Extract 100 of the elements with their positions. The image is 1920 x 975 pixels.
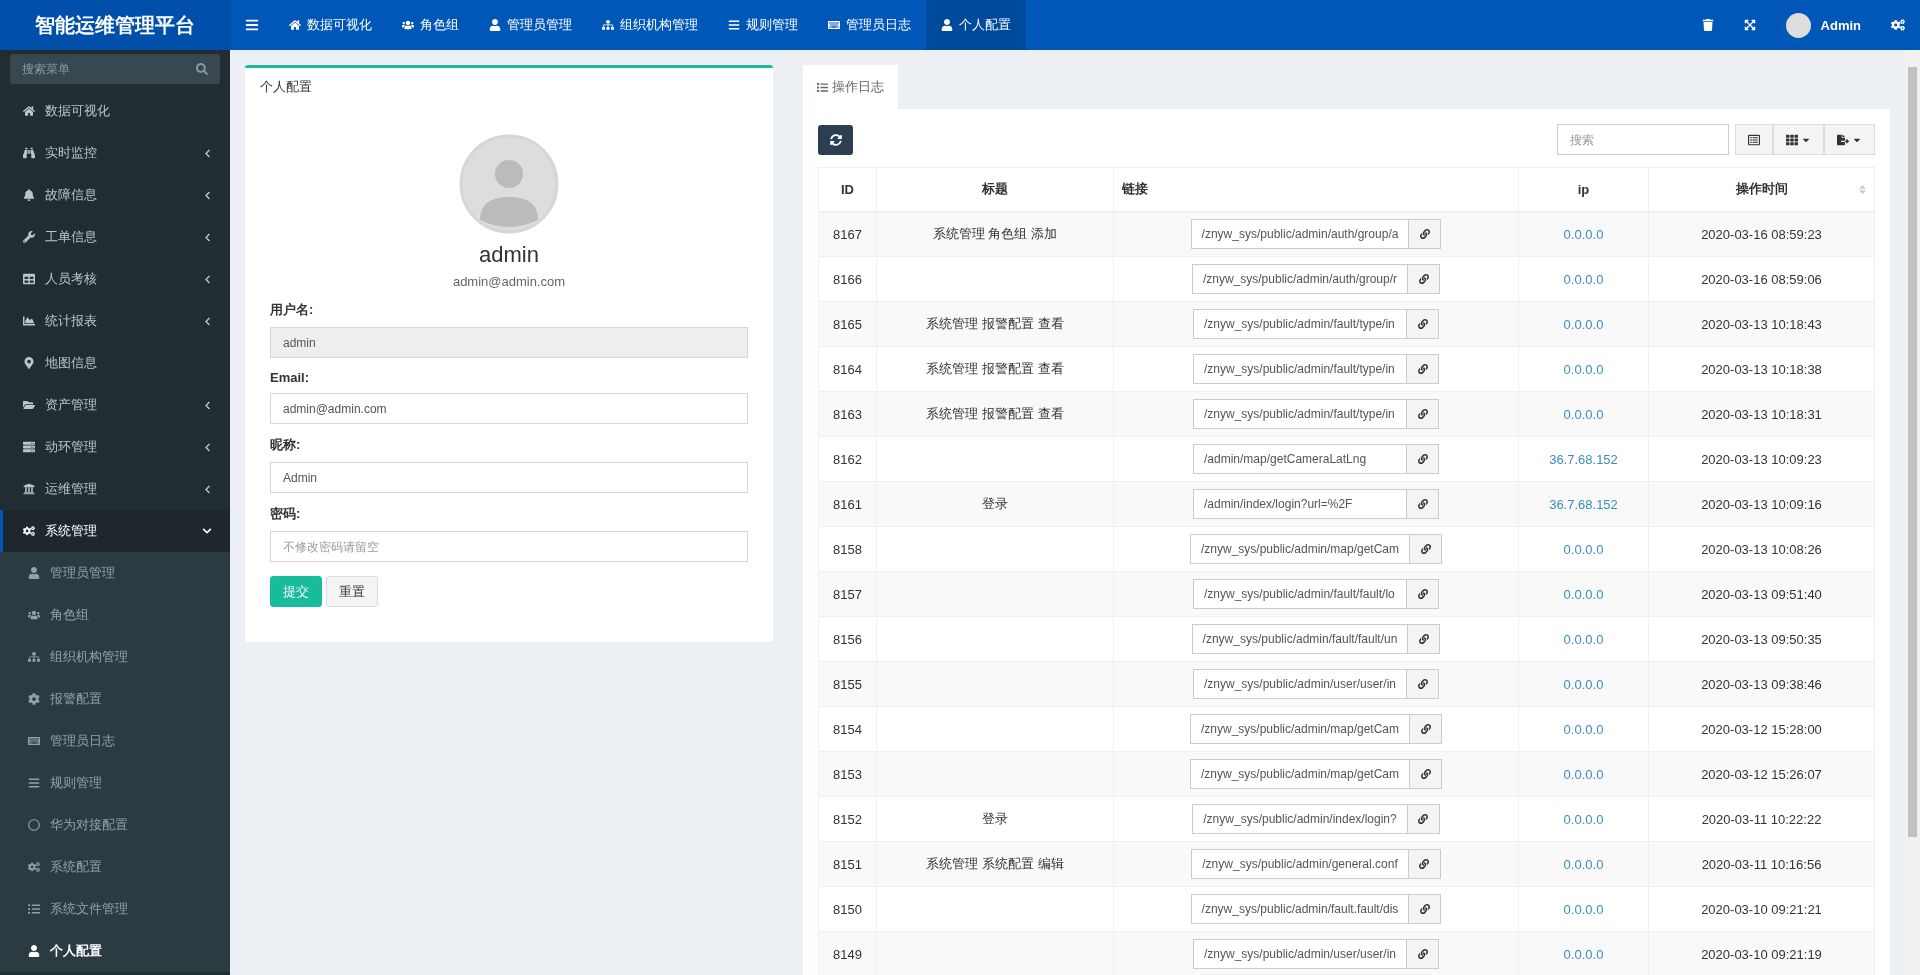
open-link-button[interactable] [1407,399,1439,429]
url-field[interactable]: /znyw_sys/public/admin/fault/type/in [1193,399,1407,429]
url-field[interactable]: /znyw_sys/public/admin/general.conf [1191,849,1409,879]
submenu-item[interactable]: 管理员日志 [0,720,230,762]
column-header[interactable]: ip [1518,167,1649,212]
nav-tab[interactable]: 管理员日志 [813,0,926,50]
open-link-button[interactable] [1410,534,1443,564]
open-link-button[interactable] [1407,804,1440,834]
nav-tab[interactable]: 规则管理 [713,0,813,50]
export-button[interactable] [1824,124,1875,155]
open-link-button[interactable] [1407,354,1439,384]
open-link-button[interactable] [1407,309,1439,339]
ip-link[interactable]: 0.0.0.0 [1563,946,1604,962]
url-field[interactable]: /znyw_sys/public/admin/fault.fault/dis [1190,894,1410,924]
url-field[interactable]: /znyw_sys/public/admin/index/login? [1192,804,1408,834]
ip-link[interactable]: 0.0.0.0 [1563,766,1604,782]
open-link-button[interactable] [1408,849,1441,879]
user-name[interactable]: Admin [1820,17,1861,33]
columns-button[interactable] [1773,124,1824,155]
nav-tab[interactable]: 组织机构管理 [587,0,713,50]
submenu-item[interactable]: 系统配置 [0,846,230,888]
submenu-item[interactable]: 个人配置 [0,930,230,972]
scrollbar[interactable] [1905,50,1920,975]
sidebar-item[interactable]: 地图信息 [0,342,230,384]
ip-link[interactable]: 36.7.68.152 [1549,451,1618,467]
column-header[interactable]: ID [818,167,877,212]
open-link-button[interactable] [1408,624,1441,654]
url-field[interactable]: /znyw_sys/public/admin/map/getCam [1189,534,1411,564]
submenu-item[interactable]: 角色组 [0,594,230,636]
open-link-button[interactable] [1408,264,1441,294]
url-field[interactable]: /admin/map/getCameraLatLng [1193,444,1407,474]
ip-link[interactable]: 0.0.0.0 [1563,271,1604,287]
column-header[interactable]: 标题 [876,167,1114,212]
log-tab[interactable]: 操作日志 [803,65,898,109]
url-field[interactable]: /znyw_sys/public/admin/map/getCam [1189,714,1411,744]
sidebar-item[interactable]: 故障信息 [0,174,230,216]
url-field[interactable]: /znyw_sys/public/admin/auth/group/a [1190,219,1410,250]
ip-link[interactable]: 0.0.0.0 [1563,856,1604,872]
sidebar-item[interactable]: 人员考核 [0,258,230,300]
ip-link[interactable]: 0.0.0.0 [1563,361,1604,377]
column-header[interactable]: 操作时间 [1648,167,1875,212]
open-link-button[interactable] [1409,219,1442,250]
ip-link[interactable]: 0.0.0.0 [1563,226,1604,242]
url-field[interactable]: /znyw_sys/public/admin/map/getCam [1189,759,1411,789]
sidebar-item[interactable]: 运维管理 [0,468,230,510]
ip-link[interactable]: 0.0.0.0 [1563,541,1604,557]
sidebar-item[interactable]: 统计报表 [0,300,230,342]
ip-link[interactable]: 0.0.0.0 [1563,631,1604,647]
reset-button[interactable]: 重置 [326,576,378,607]
open-link-button[interactable] [1407,444,1439,474]
submenu-item[interactable]: 管理员管理 [0,552,230,594]
submenu-item[interactable]: 规则管理 [0,762,230,804]
open-link-button[interactable] [1410,759,1443,789]
url-field[interactable]: /znyw_sys/public/admin/auth/group/r [1191,264,1409,294]
open-link-button[interactable] [1407,669,1440,699]
input-field[interactable]: admin@admin.com [270,393,748,424]
open-link-button[interactable] [1407,579,1439,609]
table-cell: 8150 [818,886,877,932]
ip-link[interactable]: 0.0.0.0 [1563,721,1604,737]
table-cell: 8157 [818,571,877,617]
nav-tab[interactable]: 角色组 [387,0,474,50]
submenu-item[interactable]: 报警配置 [0,678,230,720]
ip-link[interactable]: 0.0.0.0 [1563,901,1604,917]
column-header[interactable]: 链接 [1113,167,1519,212]
user-avatar[interactable] [1785,12,1811,38]
nav-tab[interactable]: 个人配置 [926,0,1026,50]
scrollbar-thumb[interactable] [1908,67,1917,837]
sidebar-item[interactable]: 系统管理 [0,510,230,552]
ip-link[interactable]: 0.0.0.0 [1563,316,1604,332]
url-field[interactable]: /znyw_sys/public/admin/fault/fault/lo [1193,579,1407,609]
search-field[interactable]: 搜索 [1557,124,1729,155]
submenu-item[interactable]: 系统文件管理 [0,888,230,930]
sidebar-item[interactable]: 资产管理 [0,384,230,426]
url-field[interactable]: /znyw_sys/public/admin/fault/fault/un [1191,624,1409,654]
open-link-button[interactable] [1409,894,1442,924]
sidebar-item[interactable]: 动环管理 [0,426,230,468]
input-field[interactable]: 不修改密码请留空 [270,531,748,562]
ip-link[interactable]: 0.0.0.0 [1563,406,1604,422]
nav-tab[interactable]: 数据可视化 [274,0,387,50]
input-field[interactable]: Admin [270,462,748,493]
submenu-item[interactable]: 华为对接配置 [0,804,230,846]
ip-link[interactable]: 0.0.0.0 [1563,676,1604,692]
submenu-item[interactable]: 组织机构管理 [0,636,230,678]
ip-link[interactable]: 36.7.68.152 [1549,496,1618,512]
sidebar-item[interactable]: 数据可视化 [0,90,230,132]
nav-tab[interactable]: 管理员管理 [474,0,587,50]
ip-link[interactable]: 0.0.0.0 [1563,586,1604,602]
refresh-button[interactable] [818,124,853,155]
open-link-button[interactable] [1407,489,1439,519]
url-field[interactable]: /znyw_sys/public/admin/user/user/in [1192,939,1408,969]
open-link-button[interactable] [1410,714,1443,744]
ip-link[interactable]: 0.0.0.0 [1563,811,1604,827]
url-field[interactable]: /znyw_sys/public/admin/fault/type/in [1193,354,1407,384]
sidebar-item[interactable]: 工单信息 [0,216,230,258]
toggle-view-button[interactable] [1735,124,1773,155]
url-field[interactable]: /znyw_sys/public/admin/fault/type/in [1193,309,1407,339]
url-field[interactable]: /znyw_sys/public/admin/user/user/in [1192,669,1408,699]
sidebar-item[interactable]: 实时监控 [0,132,230,174]
url-field[interactable]: /admin/index/login?url=%2F [1193,489,1407,519]
open-link-button[interactable] [1407,939,1440,969]
